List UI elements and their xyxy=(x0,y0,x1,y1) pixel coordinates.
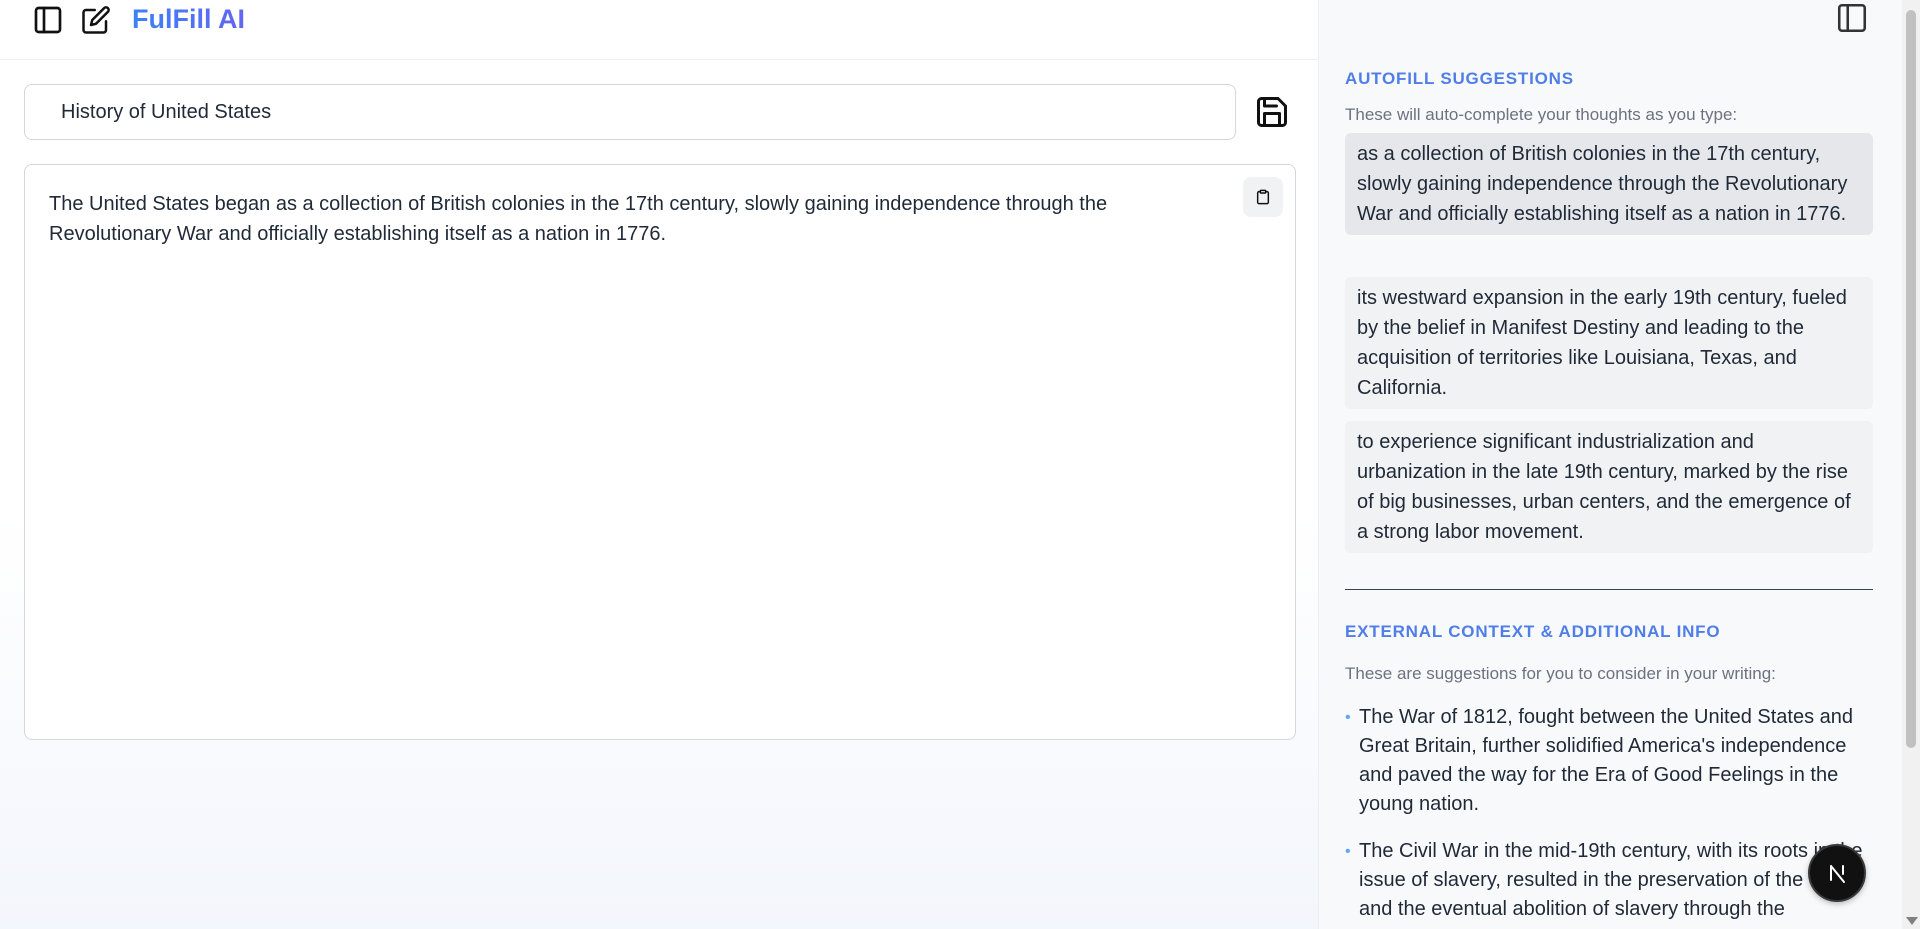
panel-toggle-icon xyxy=(1837,3,1867,33)
context-item: • The Civil War in the mid-19th century,… xyxy=(1345,837,1875,924)
top-bar: FulFill AI xyxy=(0,0,1318,60)
save-icon xyxy=(1257,97,1287,127)
bullet-icon: • xyxy=(1345,843,1351,860)
context-item-text: The Civil War in the mid-19th century, w… xyxy=(1359,840,1863,920)
sidebar-toggle-button[interactable] xyxy=(30,2,66,38)
brand-logo: FulFill AI xyxy=(132,4,245,34)
new-document-button[interactable] xyxy=(78,2,114,38)
autofill-suggestion[interactable]: as a collection of British colonies in t… xyxy=(1345,133,1873,235)
editor-body-text[interactable]: The United States began as a collection … xyxy=(49,189,1209,249)
save-button[interactable] xyxy=(1252,92,1292,132)
suggestions-panel: AUTOFILL SUGGESTIONS These will auto-com… xyxy=(1318,0,1902,929)
autofill-subtitle: These will auto-complete your thoughts a… xyxy=(1345,105,1738,124)
next-dev-badge[interactable] xyxy=(1808,844,1866,902)
copy-button[interactable] xyxy=(1243,177,1283,217)
scrollbar-thumb[interactable] xyxy=(1906,10,1916,748)
context-item: • The War of 1812, fought between the Un… xyxy=(1345,703,1875,819)
n-logo-icon xyxy=(1830,865,1845,883)
main-area: FulFill AI The United States began as a … xyxy=(0,0,1318,929)
document-title-input[interactable] xyxy=(24,84,1236,140)
panel-toggle-button[interactable] xyxy=(1833,0,1871,36)
autofill-heading: AUTOFILL SUGGESTIONS xyxy=(1345,69,1574,88)
section-divider xyxy=(1345,589,1873,590)
document-editor[interactable]: The United States began as a collection … xyxy=(24,164,1296,740)
sidebar-toggle-icon xyxy=(34,6,62,34)
clipboard-icon xyxy=(1256,189,1270,205)
external-context-heading: EXTERNAL CONTEXT & ADDITIONAL INFO xyxy=(1345,622,1721,641)
external-context-subtitle: These are suggestions for you to conside… xyxy=(1345,664,1776,683)
bullet-icon: • xyxy=(1345,709,1351,726)
autofill-suggestion[interactable]: to experience significant industrializat… xyxy=(1345,421,1873,553)
autofill-suggestion[interactable]: its westward expansion in the early 19th… xyxy=(1345,277,1873,409)
panel-scrollbar[interactable] xyxy=(1902,0,1920,929)
scroll-down-arrow-icon[interactable] xyxy=(1906,917,1918,925)
context-item-text: The War of 1812, fought between the Unit… xyxy=(1359,706,1854,815)
edit-icon xyxy=(82,6,110,34)
